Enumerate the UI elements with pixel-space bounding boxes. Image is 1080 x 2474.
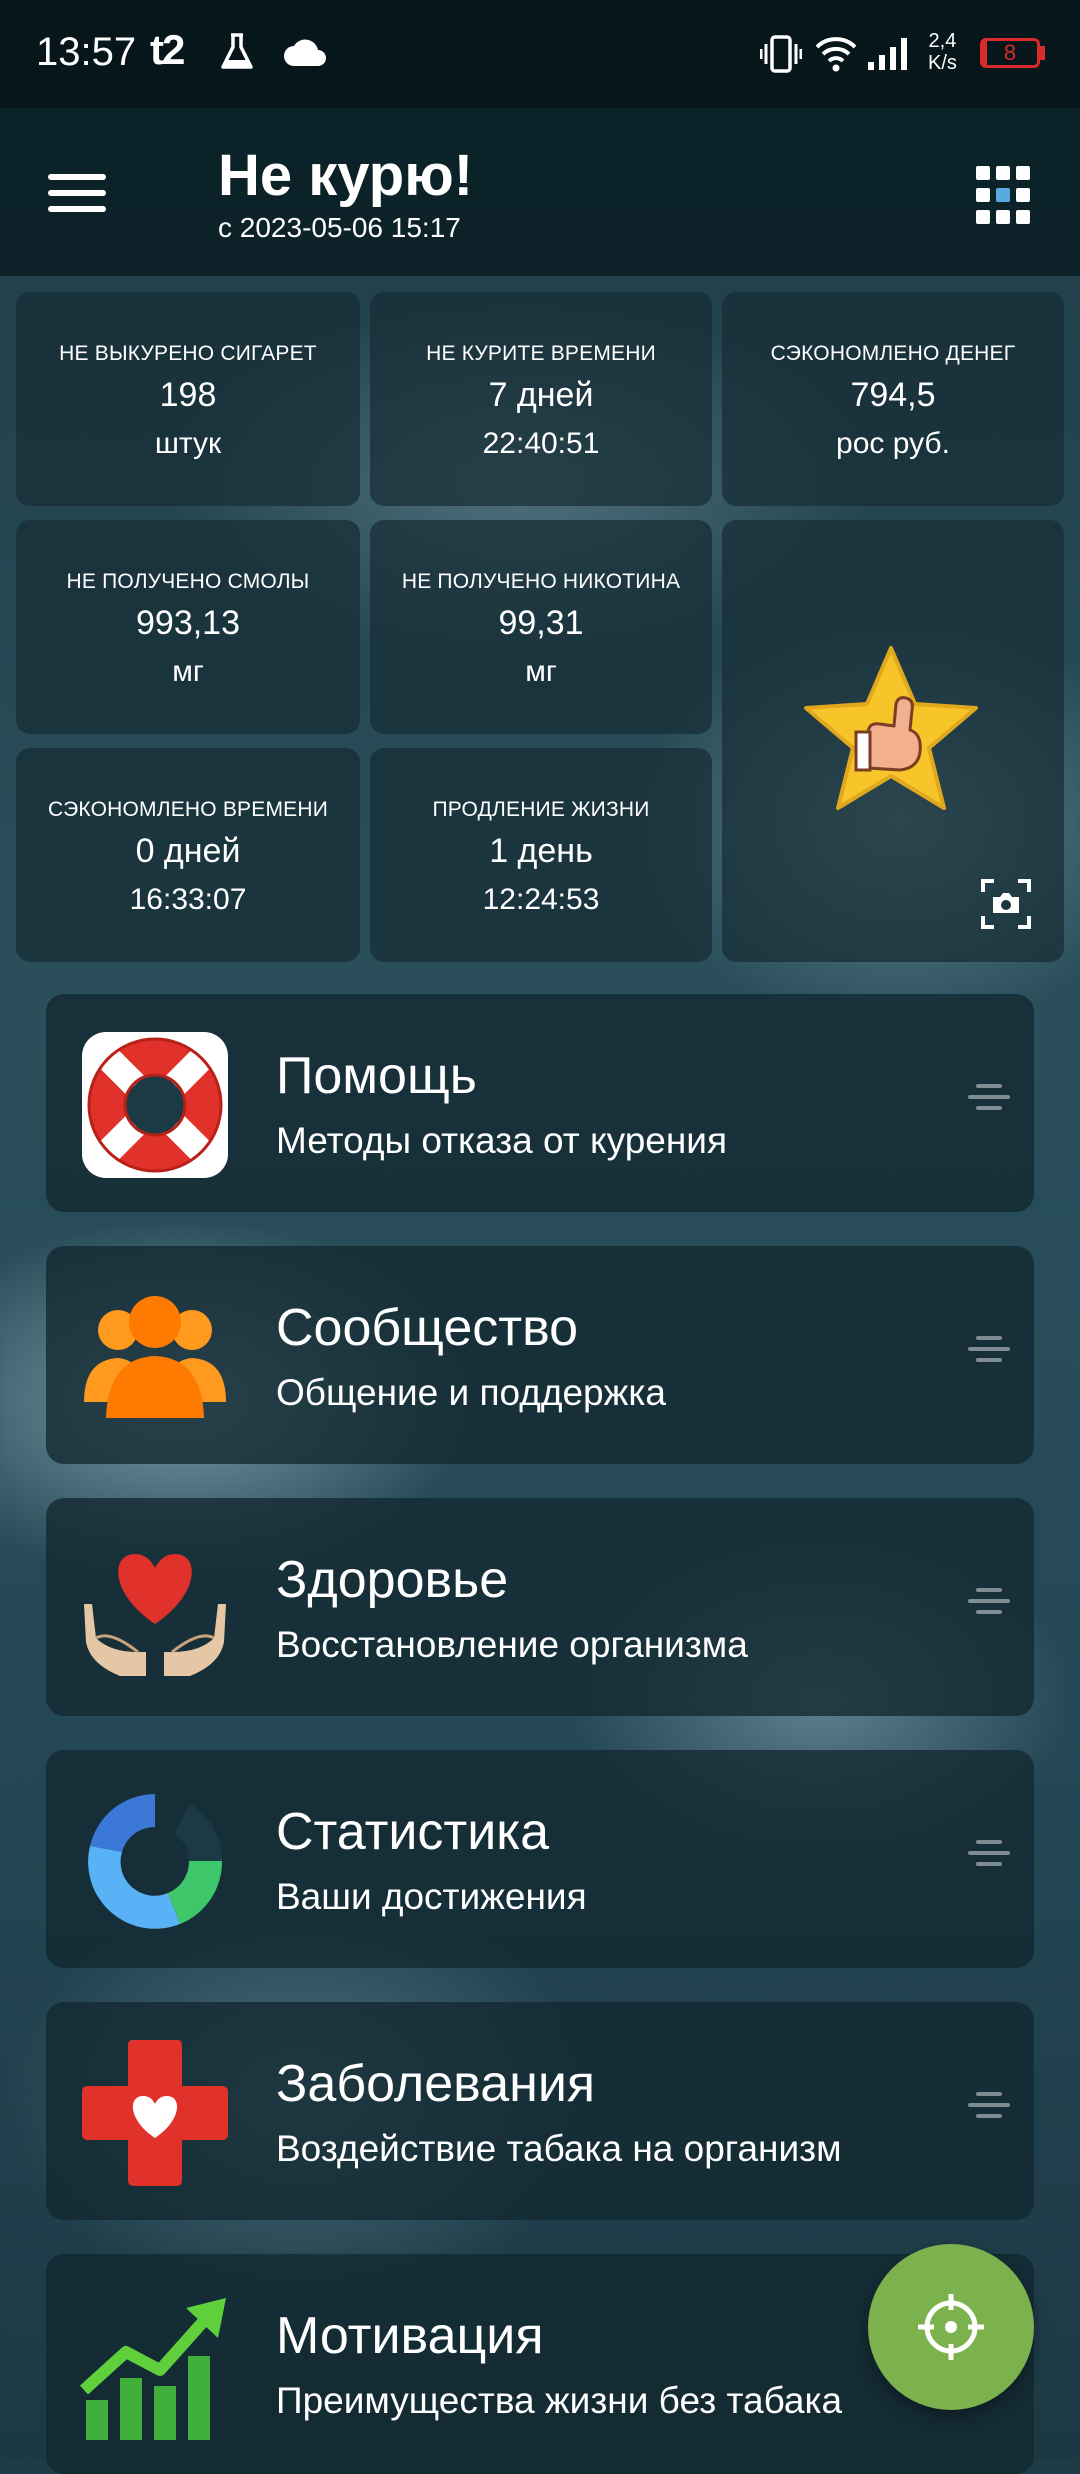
status-bar: 13:57 t2 2,4 K/s 8 (0, 0, 1080, 108)
heart-in-hands-icon (84, 1554, 226, 1676)
stat-unit: 12:24:53 (482, 883, 600, 916)
lifebuoy-icon (82, 1032, 228, 1178)
battery-terminal (1040, 46, 1045, 60)
stat-unit: мг (525, 655, 557, 688)
fab-crosshair-button[interactable] (868, 2244, 1034, 2410)
menu-card-title: Статистика (276, 1803, 550, 1861)
drag-handle-icon[interactable] (968, 2092, 1010, 2128)
growth-chart-icon (80, 2298, 226, 2440)
stat-life-extension[interactable]: ПРОДЛЕНИЕ ЖИЗНИ 1 день 12:24:53 (370, 748, 712, 962)
drag-handle-icon[interactable] (968, 1588, 1010, 1624)
menu-card-subtitle: Преимущества жизни без табака (276, 2380, 843, 2421)
menu-card-title: Мотивация (276, 2307, 544, 2365)
stat-label: НЕ КУРИТЕ ВРЕМЕНИ (426, 342, 656, 365)
battery-level: 8 (1003, 40, 1017, 65)
stat-money-saved[interactable]: СЭКОНОМЛЕНО ДЕНЕГ 794,5 рос руб. (722, 292, 1064, 506)
stat-label: СЭКОНОМЛЕНО ДЕНЕГ (770, 342, 1016, 365)
menu-card-subtitle: Восстановление организма (276, 1624, 748, 1665)
stat-value: 7 дней (488, 376, 594, 414)
network-speed-unit: K/s (928, 52, 957, 74)
stat-value: 0 дней (135, 832, 241, 870)
stat-label: СЭКОНОМЛЕНО ВРЕМЕНИ (47, 798, 329, 821)
stat-value: 99,31 (498, 604, 584, 642)
stat-value: 993,13 (136, 604, 240, 642)
donut-stats-icon (88, 1794, 223, 1929)
stat-cigarettes[interactable]: НЕ ВЫКУРЕНО СИГАРЕТ 198 штук (16, 292, 360, 506)
stat-unit: 22:40:51 (482, 427, 600, 460)
menu-card-subtitle: Общение и поддержка (276, 1372, 666, 1413)
menu-card-statistics[interactable]: Статистика Ваши достижения (46, 1750, 1034, 1968)
page-title: Не курю! (218, 143, 474, 208)
cloud-icon (284, 39, 326, 66)
stat-label: ПРОДЛЕНИЕ ЖИЗНИ (432, 798, 650, 821)
menu-card-title: Заболевания (276, 2055, 596, 2113)
achievement-card[interactable] (722, 520, 1064, 962)
stat-label: НЕ ПОЛУЧЕНО НИКОТИНА (401, 570, 681, 593)
camera-screenshot-icon[interactable] (980, 878, 1032, 930)
carrier-label: t2 (150, 26, 185, 73)
stat-label: НЕ ПОЛУЧЕНО СМОЛЫ (66, 570, 310, 593)
stat-value: 794,5 (850, 376, 936, 414)
stat-unit: штук (154, 427, 222, 460)
stat-unit: 16:33:07 (129, 883, 247, 916)
vibrate-icon (760, 35, 802, 73)
crosshair-target-icon (918, 2294, 984, 2360)
lab-flask-icon (221, 33, 253, 69)
status-time: 13:57 (36, 30, 137, 74)
menu-card-title: Помощь (276, 1047, 477, 1105)
menu-card-subtitle: Воздействие табака на организм (276, 2128, 842, 2169)
stat-value: 198 (159, 376, 217, 414)
app-grid-icon[interactable] (976, 166, 1036, 226)
menu-card-diseases[interactable]: Заболевания Воздействие табака на органи… (46, 2002, 1034, 2220)
menu-card-help[interactable]: Помощь Методы отказа от курения (46, 994, 1034, 1212)
network-speed: 2,4 K/s (928, 30, 957, 74)
menu-card-title: Сообщество (276, 1299, 579, 1357)
stat-unit: рос руб. (836, 427, 950, 460)
stat-nicotine[interactable]: НЕ ПОЛУЧЕНО НИКОТИНА 99,31 мг (370, 520, 712, 734)
stat-label: НЕ ВЫКУРЕНО СИГАРЕТ (59, 342, 317, 365)
quit-date: с 2023-05-06 15:17 (218, 212, 461, 243)
star-flexed-arm-icon (804, 646, 978, 810)
signal-icon (868, 38, 907, 70)
menu-card-title: Здоровье (276, 1551, 509, 1609)
drag-handle-icon[interactable] (968, 1084, 1010, 1120)
menu-card-subtitle: Ваши достижения (276, 1876, 587, 1917)
network-speed-value: 2,4 (928, 30, 957, 52)
stat-tar[interactable]: НЕ ПОЛУЧЕНО СМОЛЫ 993,13 мг (16, 520, 360, 734)
battery-icon: 8 (980, 38, 1040, 68)
hamburger-menu-icon[interactable] (40, 164, 130, 234)
drag-handle-icon[interactable] (968, 1840, 1010, 1876)
menu-card-subtitle: Методы отказа от курения (276, 1120, 728, 1161)
drag-handle-icon[interactable] (968, 1336, 1010, 1372)
stat-time-saved[interactable]: СЭКОНОМЛЕНО ВРЕМЕНИ 0 дней 16:33:07 (16, 748, 360, 962)
people-group-icon (84, 1296, 226, 1418)
app-bar: Не курю! с 2023-05-06 15:17 (0, 108, 1080, 276)
stat-value: 1 день (489, 832, 593, 870)
medical-cross-heart-icon (82, 2040, 228, 2186)
menu-card-community[interactable]: Сообщество Общение и поддержка (46, 1246, 1034, 1464)
menu-card-health[interactable]: Здоровье Восстановление организма (46, 1498, 1034, 1716)
wifi-icon (815, 37, 857, 72)
stat-time-smoke-free[interactable]: НЕ КУРИТЕ ВРЕМЕНИ 7 дней 22:40:51 (370, 292, 712, 506)
stat-unit: мг (172, 655, 204, 688)
